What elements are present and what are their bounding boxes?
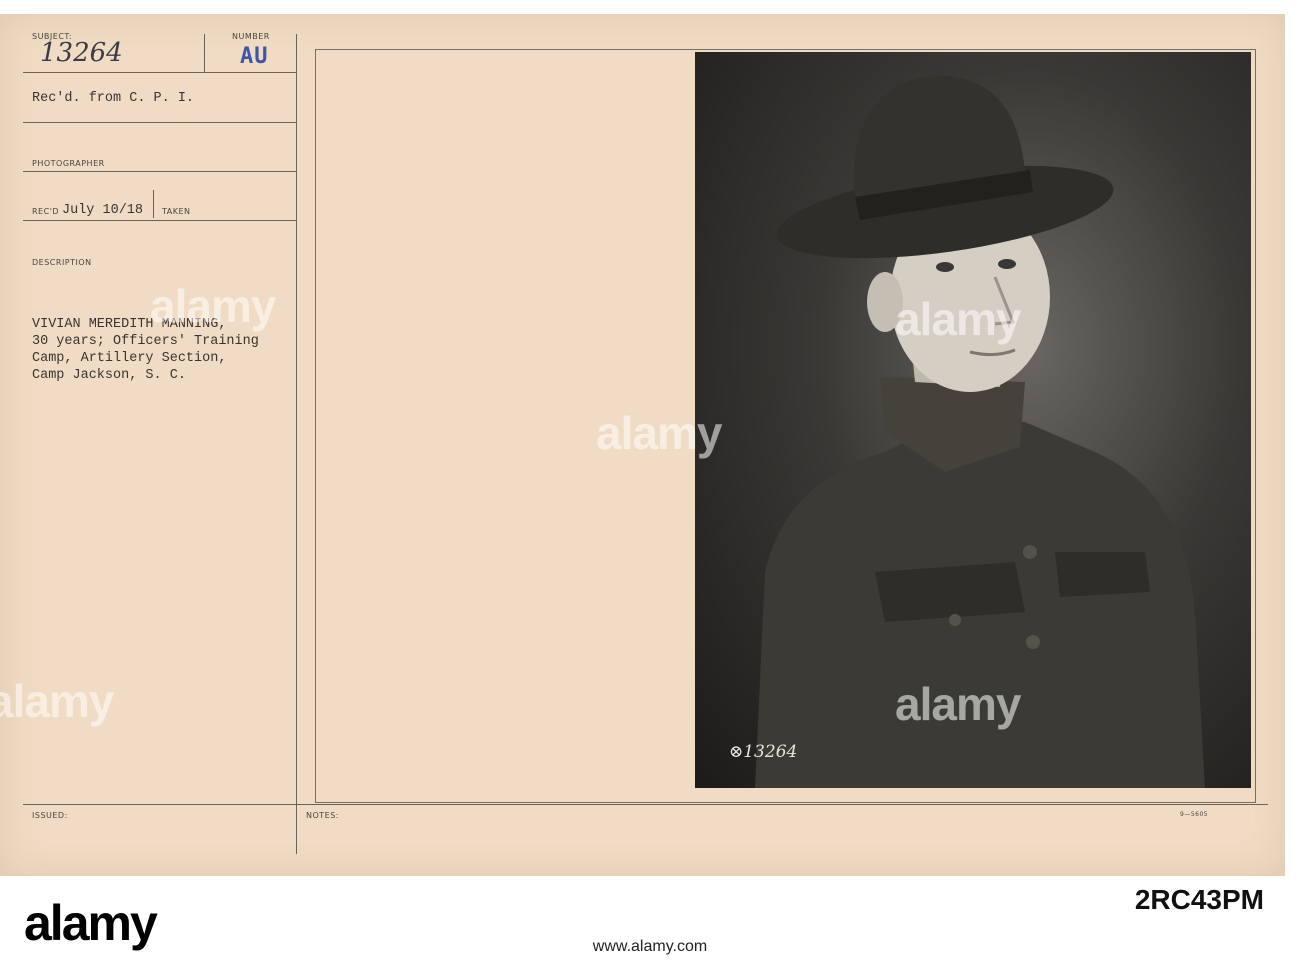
description-line: Camp Jackson, S. C. — [32, 368, 186, 383]
rule — [23, 171, 297, 172]
rule — [23, 72, 297, 73]
watermark-url[interactable]: www.alamy.com — [0, 938, 1300, 956]
number-label: NUMBER — [232, 32, 270, 41]
rule — [204, 34, 205, 72]
column-divider — [296, 34, 297, 854]
watermark-footer: alamy 2RC43PM www.alamy.com — [0, 876, 1300, 967]
description-line: 30 years; Officers' Training — [32, 334, 259, 349]
watermark-text: alamy — [895, 293, 1021, 345]
image-id-block: 2RC43PM — [1134, 884, 1264, 915]
issued-label: ISSUED: — [32, 811, 68, 820]
form-code: 9—5605 — [1180, 811, 1209, 818]
watermark-text: alamy — [150, 280, 276, 332]
portrait-photo: alamy alamy ⊗13264 — [695, 52, 1251, 788]
photographer-label: PHOTOGRAPHER — [32, 159, 105, 168]
recd-date: July 10/18 — [62, 203, 144, 218]
archive-card: SUBJECT: 13264 NUMBER AU Rec'd. from C. … — [0, 14, 1285, 876]
description-line: Camp, Artillery Section, — [32, 351, 227, 366]
taken-label: TAKEN — [162, 207, 191, 216]
rule — [153, 190, 154, 218]
watermark-text: alamy — [0, 675, 114, 727]
watermark-text: alamy — [895, 678, 1021, 730]
description-label: DESCRIPTION — [32, 258, 92, 267]
recd-label: REC'D — [32, 207, 60, 216]
rule — [23, 122, 297, 123]
negative-number: ⊗13264 — [729, 742, 798, 762]
number-stamp: AU — [240, 44, 269, 69]
watermark-text: alamy — [596, 407, 722, 459]
subject-value: 13264 — [40, 38, 123, 68]
received-from: Rec'd. from C. P. I. — [32, 91, 195, 106]
rule — [23, 220, 297, 221]
notes-label: NOTES: — [306, 811, 339, 820]
bottom-rule — [23, 804, 1268, 805]
image-id: 2RC43PM — [1134, 884, 1264, 915]
